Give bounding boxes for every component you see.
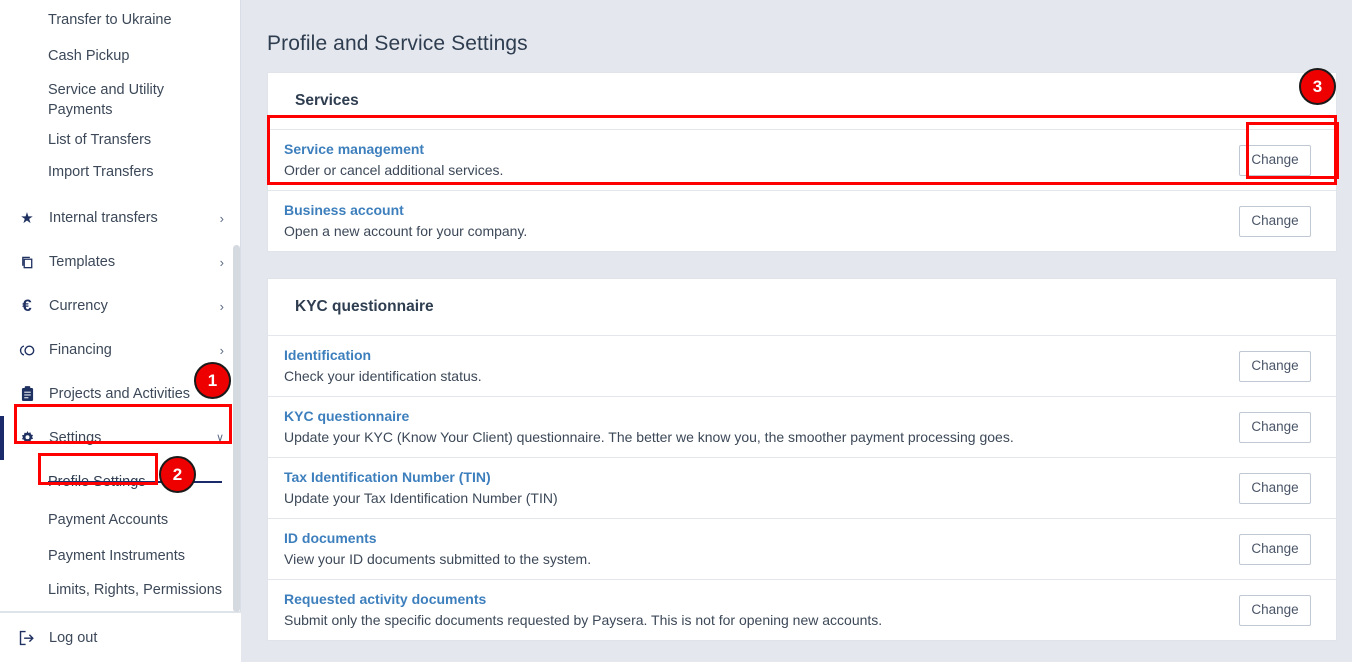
profile-settings-active-underline <box>48 481 222 483</box>
row-description: Check your identification status. <box>284 365 1239 386</box>
badge-label: 2 <box>173 465 182 485</box>
sidebar-item-label: Internal transfers <box>38 210 220 226</box>
sidebar-item-transfer-to-ukraine[interactable]: Transfer to Ukraine <box>0 4 241 36</box>
euro-icon: € <box>16 296 38 316</box>
row-title-link[interactable]: Requested activity documents <box>284 590 1239 609</box>
sidebar-item-list-of-transfers[interactable]: List of Transfers <box>0 124 241 156</box>
row-description: Update your KYC (Know Your Client) quest… <box>284 426 1239 447</box>
gear-icon <box>16 431 38 446</box>
main-content: Profile and Service Settings Services Se… <box>241 0 1352 662</box>
sidebar-item-payment-instruments[interactable]: Payment Instruments <box>0 540 241 572</box>
row-title-link[interactable]: Business account <box>284 201 1239 220</box>
service-row-business-account[interactable]: Business account Open a new account for … <box>268 190 1336 251</box>
chevron-right-icon: › <box>220 256 227 269</box>
app-root: Transfer to Ukraine Cash Pickup Service … <box>0 0 1352 662</box>
row-description: Update your Tax Identification Number (T… <box>284 487 1239 508</box>
kyc-row-identification[interactable]: Identification Check your identification… <box>268 335 1336 396</box>
star-icon: ★ <box>16 209 38 227</box>
row-title-link[interactable]: KYC questionnaire <box>284 407 1239 426</box>
change-button-service-management[interactable]: Change <box>1239 145 1311 176</box>
row-text: Tax Identification Number (TIN) Update y… <box>284 468 1239 508</box>
sidebar-item-templates[interactable]: Templates › <box>0 240 241 284</box>
sidebar-scrollbar-thumb[interactable] <box>233 245 240 612</box>
sidebar-item-import-transfers[interactable]: Import Transfers <box>0 156 241 188</box>
row-text: ID documents View your ID documents subm… <box>284 529 1239 569</box>
kyc-row-requested-activity-documents[interactable]: Requested activity documents Submit only… <box>268 579 1336 640</box>
service-row-service-management[interactable]: Service management Order or cancel addit… <box>268 129 1336 190</box>
kyc-row-id-documents[interactable]: ID documents View your ID documents subm… <box>268 518 1336 579</box>
row-text: Identification Check your identification… <box>284 346 1239 386</box>
financing-icon <box>16 343 38 358</box>
sidebar: Transfer to Ukraine Cash Pickup Service … <box>0 0 241 662</box>
chevron-right-icon: › <box>220 212 227 225</box>
annotation-badge-1: 1 <box>194 362 231 399</box>
annotation-badge-2: 2 <box>159 456 196 493</box>
row-text: Requested activity documents Submit only… <box>284 590 1239 630</box>
row-description: View your ID documents submitted to the … <box>284 548 1239 569</box>
sidebar-item-limits-rights-permissions[interactable]: Limits, Rights, Permissions <box>0 576 241 612</box>
sidebar-item-service-utility-payments[interactable]: Service and Utility Payments <box>0 76 241 124</box>
row-description: Order or cancel additional services. <box>284 159 1239 180</box>
row-text: Service management Order or cancel addit… <box>284 140 1239 180</box>
services-card: Services Service management Order or can… <box>267 72 1337 252</box>
sidebar-item-payment-accounts[interactable]: Payment Accounts <box>0 504 241 536</box>
row-title-link[interactable]: Tax Identification Number (TIN) <box>284 468 1239 487</box>
change-button-tin[interactable]: Change <box>1239 473 1311 504</box>
chevron-right-icon: › <box>220 344 227 357</box>
logout-icon <box>16 630 38 646</box>
row-text: Business account Open a new account for … <box>284 201 1239 241</box>
copy-icon <box>16 255 38 270</box>
change-button-business-account[interactable]: Change <box>1239 206 1311 237</box>
row-description: Open a new account for your company. <box>284 220 1239 241</box>
sidebar-item-cash-pickup[interactable]: Cash Pickup <box>0 40 241 72</box>
annotation-badge-3: 3 <box>1299 68 1336 105</box>
sidebar-item-label: Log out <box>38 630 97 646</box>
services-card-heading: Services <box>268 73 1336 129</box>
clipboard-icon <box>16 386 38 402</box>
row-text: KYC questionnaire Update your KYC (Know … <box>284 407 1239 447</box>
sidebar-item-label: Settings <box>38 430 216 446</box>
chevron-right-icon: › <box>220 300 227 313</box>
sidebar-item-settings[interactable]: Settings ∨ <box>0 416 241 460</box>
row-description: Submit only the specific documents reque… <box>284 609 1239 630</box>
page-title: Profile and Service Settings <box>241 14 1352 56</box>
row-title-link[interactable]: Identification <box>284 346 1239 365</box>
sidebar-item-internal-transfers[interactable]: ★ Internal transfers › <box>0 196 241 240</box>
row-title-link[interactable]: ID documents <box>284 529 1239 548</box>
change-button-identification[interactable]: Change <box>1239 351 1311 382</box>
sidebar-scroll-area: Transfer to Ukraine Cash Pickup Service … <box>0 0 241 612</box>
kyc-card-heading: KYC questionnaire <box>268 279 1336 335</box>
badge-label: 3 <box>1313 77 1322 97</box>
change-button-id-documents[interactable]: Change <box>1239 534 1311 565</box>
badge-label: 1 <box>208 371 217 391</box>
sidebar-item-currency[interactable]: € Currency › <box>0 284 241 328</box>
row-title-link[interactable]: Service management <box>284 140 1239 159</box>
sidebar-item-label: Templates <box>38 254 220 270</box>
sidebar-item-log-out[interactable]: Log out <box>0 612 241 662</box>
change-button-requested-activity-documents[interactable]: Change <box>1239 595 1311 626</box>
kyc-questionnaire-card: KYC questionnaire Identification Check y… <box>267 278 1337 641</box>
sidebar-item-label: Currency <box>38 298 220 314</box>
change-button-kyc-questionnaire[interactable]: Change <box>1239 412 1311 443</box>
chevron-down-icon: ∨ <box>216 433 227 444</box>
sidebar-item-label: Financing <box>38 342 220 358</box>
kyc-row-tax-identification-number[interactable]: Tax Identification Number (TIN) Update y… <box>268 457 1336 518</box>
kyc-row-kyc-questionnaire[interactable]: KYC questionnaire Update your KYC (Know … <box>268 396 1336 457</box>
